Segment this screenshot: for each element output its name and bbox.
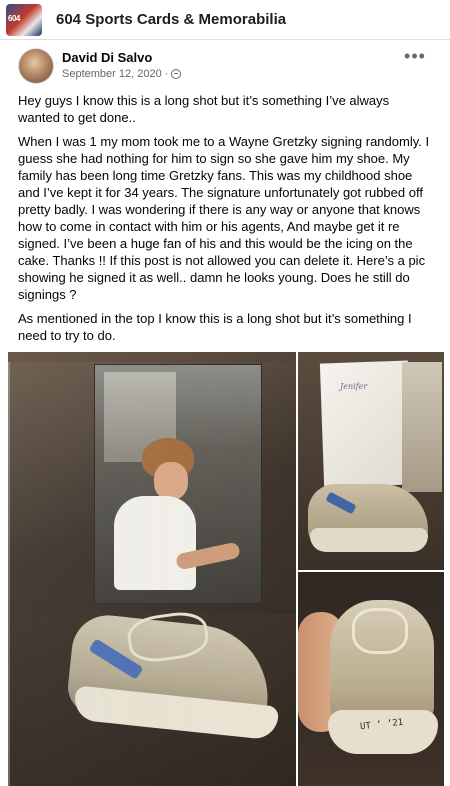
shoe-sole xyxy=(310,528,428,552)
group-title[interactable]: 604 Sports Cards & Memorabilia xyxy=(56,11,286,28)
post-paragraph: As mentioned in the top I know this is a… xyxy=(18,311,412,343)
post-card: David Di Salvo September 12, 2020 · ••• … xyxy=(0,40,450,786)
display-case xyxy=(8,362,296,786)
group-header: 604 604 Sports Cards & Memorabilia xyxy=(0,0,450,40)
globe-icon[interactable] xyxy=(171,69,182,79)
photo-shoe-with-card[interactable]: Jenifer xyxy=(298,352,444,570)
post-header: David Di Salvo September 12, 2020 · ••• xyxy=(18,47,438,88)
shoe-laces xyxy=(352,608,408,654)
post-meta: September 12, 2020 · xyxy=(62,68,182,80)
author-avatar[interactable] xyxy=(18,48,54,84)
post-paragraph: When I was 1 my mom took me to a Wayne G… xyxy=(18,134,430,302)
card-signature: Jenifer xyxy=(340,382,368,391)
author-name[interactable]: David Di Salvo xyxy=(62,50,152,65)
shoe-sole xyxy=(328,710,438,754)
group-avatar-label: 604 xyxy=(8,13,20,23)
photo-shoe-closeup[interactable]: UT ’ ’21 xyxy=(298,572,444,786)
post-body: Hey guys I know this is a long shot but … xyxy=(18,92,434,351)
post-paragraph: Hey guys I know this is a long shot but … xyxy=(18,93,390,125)
post-date[interactable]: September 12, 2020 xyxy=(62,68,162,80)
card-back xyxy=(402,362,442,492)
meta-separator: · xyxy=(164,68,169,80)
more-options-icon[interactable]: ••• xyxy=(402,47,428,70)
group-avatar[interactable]: 604 xyxy=(6,3,42,36)
photo-grid: Jenifer UT ’ ’21 xyxy=(0,352,450,786)
signed-card xyxy=(319,360,413,488)
photo-signing-shoe[interactable] xyxy=(8,352,296,786)
